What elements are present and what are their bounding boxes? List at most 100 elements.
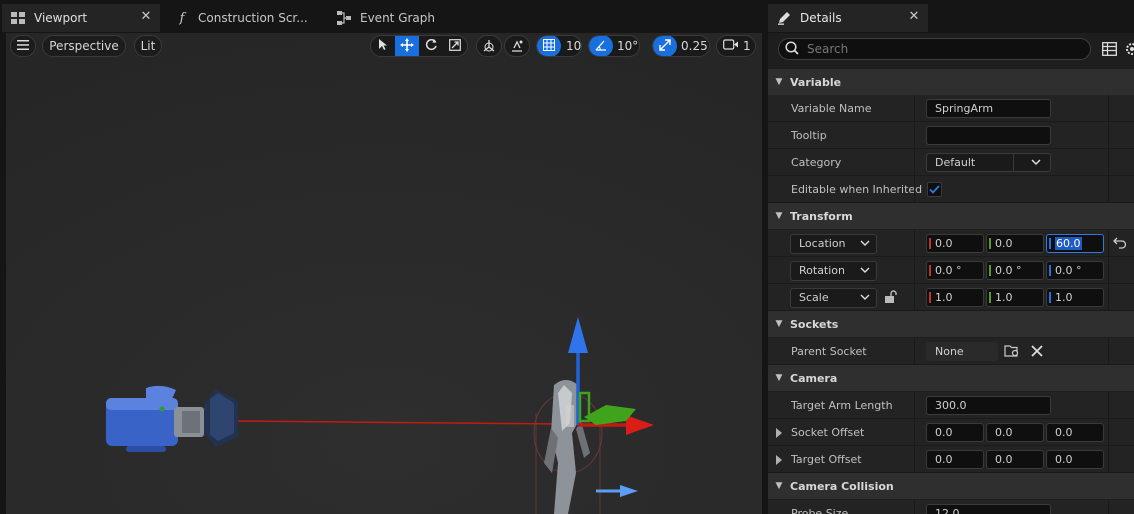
world-local-toggle[interactable] (476, 35, 502, 57)
rotation-snap-toggle[interactable] (589, 36, 613, 56)
event-graph-icon (336, 10, 352, 26)
rotation-snap-value[interactable]: 10° (617, 39, 638, 53)
section-camera[interactable]: ▼ Camera (768, 365, 1134, 391)
unlock-icon[interactable] (884, 290, 898, 307)
select-tool-button[interactable] (371, 36, 395, 56)
row-socket-offset: Socket Offset 0.0 0.0 0.0 (768, 419, 1134, 446)
target-offset-z-input[interactable]: 0.0 (1046, 450, 1104, 469)
scale-snap-value[interactable]: 0.25 (681, 39, 708, 53)
grid-snap-value[interactable]: 10 (566, 39, 581, 53)
socket-offset-label: Socket Offset (791, 426, 865, 439)
location-z-selected-text: 60.0 (1055, 237, 1082, 250)
row-variable-name: Variable Name SpringArm (768, 95, 1134, 122)
target-offset-y-input[interactable]: 0.0 (986, 450, 1044, 469)
section-variable[interactable]: ▼ Variable (768, 69, 1134, 95)
target-arm-length-label: Target Arm Length (791, 399, 893, 412)
translate-tool-button[interactable] (395, 36, 419, 56)
tab-event-graph[interactable]: Event Graph (328, 4, 478, 32)
grid-snap-toggle[interactable] (537, 36, 561, 56)
rotation-mode-dropdown[interactable]: Rotation (790, 261, 877, 281)
rotation-y-input[interactable]: 0.0 ° (986, 261, 1044, 280)
socket-offset-x-input[interactable]: 0.0 (926, 423, 984, 442)
socket-offset-z-input[interactable]: 0.0 (1046, 423, 1104, 442)
viewport-menu-button[interactable] (10, 35, 36, 57)
expand-arrow-icon[interactable] (776, 455, 782, 465)
search-placeholder: Search (807, 42, 849, 56)
variable-name-label: Variable Name (791, 102, 872, 115)
row-probe-size: Probe Size 12.0 (768, 500, 1134, 514)
section-sockets[interactable]: ▼ Sockets (768, 311, 1134, 337)
editor-tab-bar: Viewport ✕ f Construction Scr... Event G… (0, 0, 1134, 34)
category-label: Category (791, 156, 842, 169)
tab-construction-script-label: Construction Scr... (198, 11, 308, 25)
target-offset-x-input[interactable]: 0.0 (926, 450, 984, 469)
tab-details[interactable]: Details ✕ (768, 4, 928, 32)
reset-to-default-icon[interactable] (1113, 237, 1127, 252)
scale-y-input[interactable]: 1.0 (986, 288, 1044, 307)
location-z-input[interactable]: 60.0 (1046, 234, 1104, 253)
viewport-grid-icon (10, 10, 26, 26)
details-pencil-icon (776, 10, 792, 26)
tooltip-input[interactable] (926, 126, 1051, 145)
location-y-input[interactable]: 0.0 (986, 234, 1044, 253)
expand-arrow-icon[interactable] (776, 428, 782, 438)
row-scale: Scale 1.0 1.0 1.0 (768, 284, 1134, 311)
checkmark-icon (928, 185, 941, 199)
camera-speed-button[interactable]: 1 (716, 35, 756, 57)
property-matrix-icon[interactable] (1102, 42, 1117, 59)
chevron-down-icon (1031, 154, 1041, 171)
row-target-arm-length: Target Arm Length 300.0 (768, 392, 1134, 419)
category-dropdown[interactable]: Default (926, 153, 1051, 172)
location-x-input[interactable]: 0.0 (926, 234, 984, 253)
move-arrows-icon (400, 37, 414, 55)
globe-icon (477, 36, 501, 56)
target-arm-length-input[interactable]: 300.0 (926, 396, 1051, 415)
view-mode-button[interactable]: Perspective (42, 35, 126, 57)
tab-details-label: Details (800, 11, 842, 25)
variable-name-input[interactable]: SpringArm (926, 99, 1051, 118)
location-mode-dropdown[interactable]: Location (790, 234, 877, 254)
surface-snap-button[interactable] (504, 35, 530, 57)
hamburger-icon (17, 39, 29, 53)
rotation-snap-group: 10° (588, 35, 640, 57)
section-camera-collision[interactable]: ▼ Camera Collision (768, 473, 1134, 499)
scale-label: Scale (799, 291, 829, 304)
tab-construction-script[interactable]: f Construction Scr... (166, 4, 326, 32)
rotate-tool-button[interactable] (419, 36, 443, 56)
browse-socket-icon[interactable] (1004, 344, 1020, 361)
location-label: Location (799, 237, 846, 250)
function-icon: f (179, 10, 185, 26)
rotation-x-input[interactable]: 0.0 ° (926, 261, 984, 280)
socket-offset-y-input[interactable]: 0.0 (986, 423, 1044, 442)
chevron-down-icon (860, 262, 870, 280)
rotation-label: Rotation (799, 264, 846, 277)
tab-event-graph-label: Event Graph (360, 11, 435, 25)
close-icon[interactable]: ✕ (140, 10, 152, 24)
section-variable-title: Variable (790, 75, 842, 89)
settings-gear-icon[interactable] (1125, 42, 1134, 59)
level-viewport[interactable]: Perspective Lit 10 10° 0.25 1 (6, 33, 762, 514)
scale-snap-toggle[interactable] (653, 36, 677, 56)
rotation-z-input[interactable]: 0.0 ° (1046, 261, 1104, 280)
tab-viewport[interactable]: Viewport ✕ (2, 4, 160, 32)
scale-z-input[interactable]: 1.0 (1046, 288, 1104, 307)
row-rotation: Rotation 0.0 ° 0.0 ° 0.0 ° (768, 257, 1134, 284)
lit-mode-button[interactable]: Lit (134, 35, 162, 57)
scale-snap-icon (659, 38, 671, 54)
search-input[interactable]: Search (778, 38, 1091, 60)
row-tooltip: Tooltip (768, 122, 1134, 149)
probe-size-input[interactable]: 12.0 (926, 504, 1051, 514)
section-transform[interactable]: ▼ Transform (768, 203, 1134, 229)
lit-mode-label: Lit (140, 39, 156, 53)
editable-when-inherited-checkbox[interactable] (927, 182, 942, 197)
collapse-triangle-icon: ▼ (775, 211, 783, 221)
scale-mode-dropdown[interactable]: Scale (790, 288, 877, 308)
scale-tool-button[interactable] (443, 36, 467, 56)
clear-x-icon[interactable] (1031, 345, 1043, 360)
angle-icon (595, 39, 607, 54)
row-parent-socket: Parent Socket None (768, 338, 1134, 365)
scale-x-input[interactable]: 1.0 (926, 288, 984, 307)
tooltip-label: Tooltip (791, 129, 827, 142)
close-icon[interactable]: ✕ (908, 10, 920, 24)
viewport-scene (6, 33, 762, 514)
